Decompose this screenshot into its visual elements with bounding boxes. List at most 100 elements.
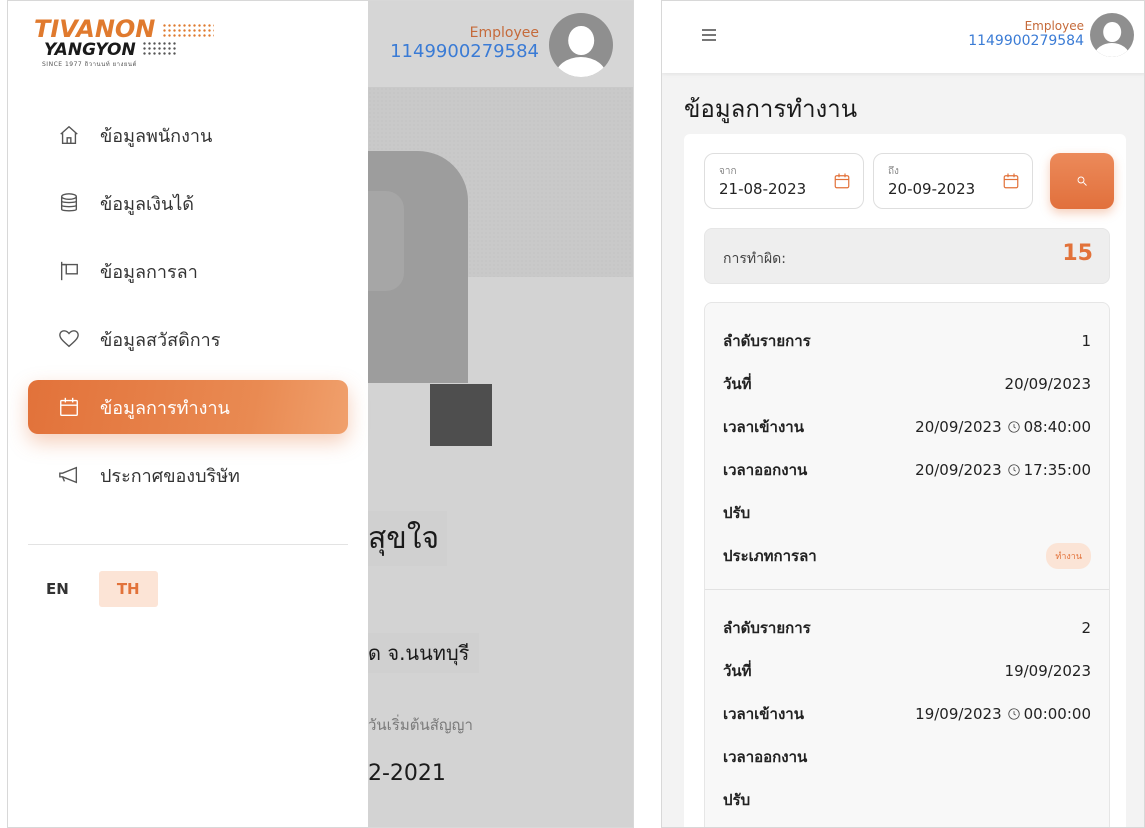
- to-date-label: ถึง: [888, 166, 899, 177]
- database-icon: [58, 192, 80, 214]
- work-info-card: จาก 21-08-2023 ถึง 20-09-2023 การทำผิด: …: [684, 134, 1126, 827]
- record-value: 2: [1081, 618, 1091, 637]
- record-value: 19/09/2023 00:00:00: [915, 705, 1091, 723]
- lang-th-button[interactable]: TH: [98, 571, 158, 607]
- employee-label: Employee: [1024, 19, 1084, 33]
- avatar[interactable]: [549, 13, 613, 77]
- menu-label: ข้อมูลการลา: [100, 261, 198, 283]
- record-key: เวลาเข้างาน: [723, 417, 804, 436]
- search-icon: [1076, 172, 1088, 191]
- navigation-drawer: TIVANON YANGYON SINCE 1977 ถิวานนท์ ยางย…: [8, 1, 368, 827]
- work-records-list: ลำดับรายการ 1 วันที่ 20/09/2023 เวลาเข้า…: [704, 302, 1110, 827]
- check-in-time: 08:40:00: [1023, 417, 1091, 436]
- list-item: ลำดับรายการ 1 วันที่ 20/09/2023 เวลาเข้า…: [705, 303, 1109, 590]
- menu-label: ข้อมูลการทำงาน: [100, 397, 230, 419]
- logo-dots-dark: [142, 41, 178, 55]
- background-contract-value: 2-2021: [368, 761, 446, 786]
- page-title: ข้อมูลการทำงาน: [684, 95, 858, 123]
- employee-info: Employee 1149900279584: [968, 19, 1084, 49]
- mistake-count: 15: [1062, 241, 1093, 266]
- search-button[interactable]: [1050, 153, 1114, 209]
- megaphone-icon: [58, 464, 80, 486]
- calendar-icon[interactable]: [833, 172, 851, 190]
- drawer-divider: [28, 544, 348, 545]
- menu-item-welfare-info[interactable]: ข้อมูลสวัสดิการ: [28, 305, 348, 373]
- record-row: เวลาเข้างาน 20/09/2023 08:40:00: [723, 405, 1091, 448]
- record-key: เวลาเข้างาน: [723, 704, 804, 723]
- record-value: 20/09/2023: [1004, 374, 1091, 393]
- record-row: ปรับ: [723, 778, 1091, 821]
- hamburger-menu-icon[interactable]: [702, 29, 716, 41]
- background-name-text: สุขใจ: [368, 511, 448, 566]
- background-contract-label: วันเริ่มต้นสัญญา: [368, 716, 473, 734]
- from-date-value: 21-08-2023: [719, 180, 807, 198]
- app-header: Employee 1149900279584: [662, 1, 1144, 73]
- employee-label: Employee: [469, 25, 539, 41]
- record-row: วันที่ 19/09/2023: [723, 649, 1091, 692]
- logo-dots-orange: [162, 23, 214, 37]
- check-in-date: 20/09/2023: [915, 417, 1002, 436]
- record-key: ประเภทการลา: [723, 546, 817, 565]
- lang-en-button[interactable]: EN: [46, 580, 69, 598]
- list-item: ลำดับรายการ 2 วันที่ 19/09/2023 เวลาเข้า…: [705, 590, 1109, 827]
- from-date-field[interactable]: จาก 21-08-2023: [704, 153, 864, 209]
- record-row: เวลาเข้างาน 19/09/2023 00:00:00: [723, 692, 1091, 735]
- from-date-label: จาก: [719, 166, 737, 177]
- calendar-icon: [58, 396, 80, 418]
- logo-tagline: SINCE 1977 ถิวานนท์ ยางยนต์: [42, 61, 137, 68]
- record-row: เวลาออกงาน: [723, 735, 1091, 778]
- profile-photo-head: [368, 191, 404, 291]
- signpost-icon: [58, 260, 80, 282]
- clock-icon: [1007, 420, 1021, 434]
- qr-placeholder: [430, 384, 492, 446]
- record-row: วันที่ 20/09/2023: [723, 362, 1091, 405]
- menu-label: ข้อมูลเงินได้: [100, 193, 194, 215]
- record-key: ปรับ: [723, 503, 751, 522]
- logo-line2: YANGYON: [44, 40, 136, 60]
- to-date-field[interactable]: ถึง 20-09-2023: [873, 153, 1033, 209]
- menu-item-employee-info[interactable]: ข้อมูลพนักงาน: [28, 101, 348, 169]
- avatar-head-icon: [568, 25, 594, 56]
- record-value: 20/09/2023 17:35:00: [915, 461, 1091, 479]
- clock-icon: [1007, 707, 1021, 721]
- background-province-text: ด จ.นนทบุรี: [368, 633, 480, 673]
- employee-info: Employee 1149900279584: [390, 25, 539, 62]
- menu-label: ประกาศของบริษัท: [100, 465, 240, 487]
- record-row: ลำดับรายการ 2: [723, 606, 1091, 649]
- check-in-date: 19/09/2023: [915, 704, 1002, 723]
- menu-label: ข้อมูลพนักงาน: [100, 125, 213, 147]
- record-key: ปรับ: [723, 790, 751, 809]
- language-switcher: EN TH: [46, 571, 158, 607]
- check-in-time: 00:00:00: [1023, 704, 1091, 723]
- menu-item-work-info[interactable]: ข้อมูลการทำงาน: [28, 380, 348, 434]
- record-value: 19/09/2023: [1004, 661, 1091, 680]
- company-logo: TIVANON YANGYON SINCE 1977 ถิวานนท์ ยางย…: [34, 17, 214, 68]
- check-out-date: 20/09/2023: [915, 460, 1002, 479]
- employee-id: 1149900279584: [968, 33, 1084, 49]
- record-key: วันที่: [723, 374, 752, 393]
- avatar[interactable]: [1090, 13, 1134, 57]
- record-key: วันที่: [723, 661, 752, 680]
- status-badge: ทำงาน: [1046, 542, 1091, 569]
- calendar-icon[interactable]: [1002, 172, 1020, 190]
- mistake-label: การทำผิด:: [723, 251, 786, 267]
- record-row: เวลาออกงาน 20/09/2023 17:35:00: [723, 448, 1091, 491]
- avatar-body-icon: [1094, 42, 1130, 57]
- menu-label: ข้อมูลสวัสดิการ: [100, 329, 221, 351]
- home-icon: [58, 124, 80, 146]
- to-date-value: 20-09-2023: [888, 180, 976, 198]
- check-out-time: 17:35:00: [1023, 460, 1091, 479]
- record-value: 1: [1081, 331, 1091, 350]
- clock-icon: [1007, 463, 1021, 477]
- background-profile-page: สุขใจ ด จ.นนทบุรี วันเริ่มต้นสัญญา 2-202…: [368, 1, 633, 827]
- mistake-summary: การทำผิด: 15: [704, 228, 1110, 284]
- record-row: ลำดับรายการ 1: [723, 319, 1091, 362]
- avatar-body-icon: [555, 56, 607, 77]
- record-row: ปรับ: [723, 491, 1091, 534]
- record-row: ประเภทการลา ทำงาน: [723, 534, 1091, 577]
- employee-id: 1149900279584: [390, 41, 539, 62]
- menu-item-company-announcements[interactable]: ประกาศของบริษัท: [28, 441, 348, 509]
- menu-item-income-info[interactable]: ข้อมูลเงินได้: [28, 169, 348, 237]
- record-key: เวลาออกงาน: [723, 460, 808, 479]
- menu-item-leave-info[interactable]: ข้อมูลการลา: [28, 237, 348, 305]
